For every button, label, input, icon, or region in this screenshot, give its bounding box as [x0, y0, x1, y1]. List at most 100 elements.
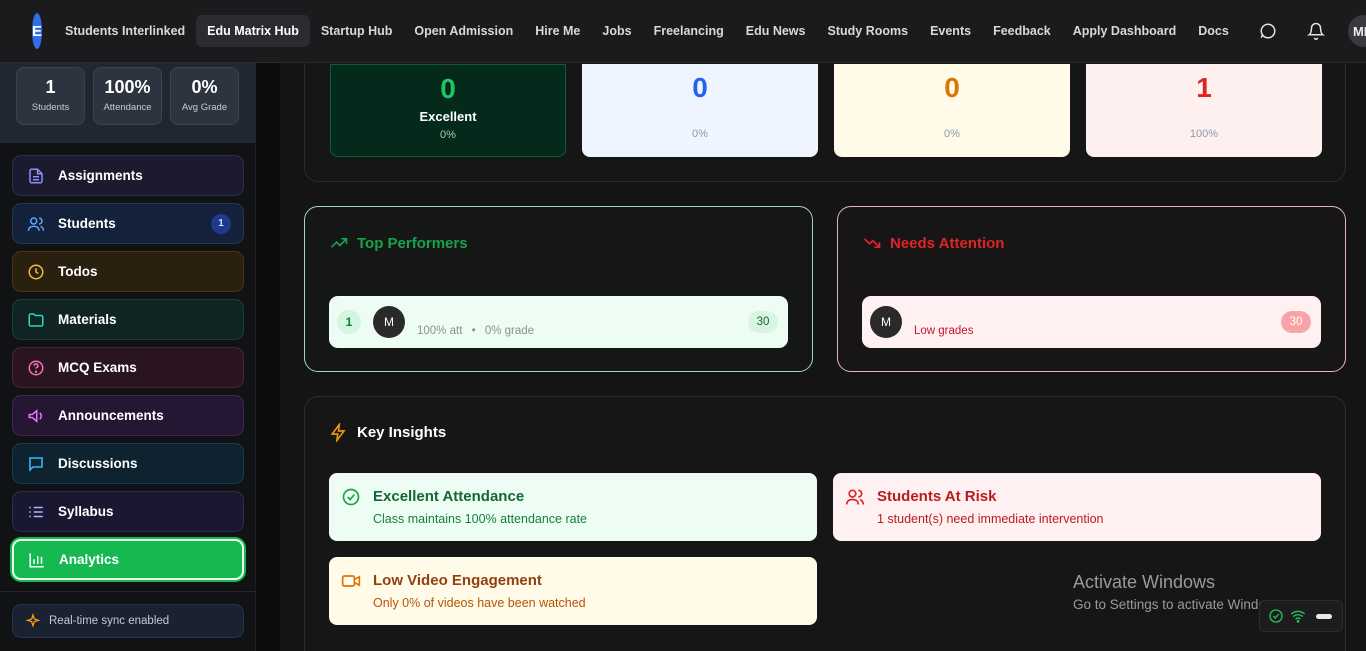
sidebar-item-label: Assignments — [58, 168, 143, 183]
document-icon — [25, 165, 47, 187]
separator-dot: • — [471, 325, 476, 337]
app-logo[interactable]: E — [32, 13, 43, 49]
insight-excellent-attendance: Excellent Attendance Class maintains 100… — [329, 473, 817, 541]
grade-label — [834, 108, 1070, 124]
score-badge: 30 — [748, 311, 778, 333]
sidebar-item-label: MCQ Exams — [58, 360, 137, 375]
insight-heading: Students At Risk — [877, 488, 997, 505]
grade-percent: 0% — [692, 128, 708, 140]
nav-open-admission[interactable]: Open Admission — [403, 15, 524, 47]
sidebar-stats: 1 Students 100% Attendance 0% Avg Grade — [0, 63, 256, 143]
users-icon — [25, 213, 47, 235]
grade-percent: 0% — [944, 128, 960, 140]
sidebar-item-label: Todos — [58, 264, 98, 279]
system-tray[interactable] — [1259, 600, 1343, 632]
nav-docs[interactable]: Docs — [1187, 15, 1240, 47]
grade-label — [582, 108, 818, 124]
sync-status: Real-time sync enabled — [12, 604, 244, 638]
lightning-icon — [330, 423, 346, 442]
grade-text: 0% grade — [484, 325, 535, 337]
rank-badge: 1 — [337, 310, 361, 334]
bar-chart-icon — [26, 549, 48, 571]
top-navbar: E Students Interlinked Edu Matrix Hub St… — [0, 0, 1366, 63]
sidebar-item-materials[interactable]: Materials — [12, 299, 244, 340]
clock-icon — [25, 261, 47, 283]
sidebar-item-label: Students — [58, 216, 116, 231]
performer-row[interactable]: 1 M 100% att • 0% grade 30 — [329, 296, 788, 348]
grade-label — [1086, 108, 1322, 124]
section-title: Key Insights — [357, 424, 447, 441]
nav-edu-news[interactable]: Edu News — [735, 15, 817, 47]
sparkle-icon — [25, 613, 41, 629]
stat-avg-grade: 0% Avg Grade — [170, 67, 239, 125]
grade-count: 0 — [944, 72, 960, 103]
sidebar-item-students[interactable]: Students 1 — [12, 203, 244, 244]
stat-value: 0% — [191, 77, 218, 97]
stat-value: 1 — [45, 77, 56, 97]
section-title: Needs Attention — [890, 234, 1005, 252]
trending-down-icon — [863, 238, 881, 248]
section-title: Top Performers — [357, 234, 468, 252]
count-badge: 1 — [211, 213, 231, 234]
user-avatar[interactable]: MM — [1347, 15, 1366, 47]
insight-heading: Low Video Engagement — [373, 572, 542, 589]
list-icon — [25, 501, 47, 523]
student-avatar: M — [373, 306, 405, 338]
chat-icon — [25, 453, 47, 475]
grade-distribution-panel: 0 Excellent 0% 0 0% 0 0% 1 100% — [304, 43, 1346, 182]
top-performers-card: Top Performers 1 M 100% att • 0% grade 3… — [304, 206, 813, 372]
nav-edu-matrix-hub[interactable]: Edu Matrix Hub — [196, 15, 310, 47]
bell-icon[interactable] — [1296, 11, 1336, 51]
check-circle-icon — [1269, 609, 1283, 623]
sidebar: 1 Students 100% Attendance 0% Avg Grade … — [0, 63, 256, 651]
sidebar-item-assignments[interactable]: Assignments — [12, 155, 244, 196]
performer-stats: 100% att • 0% grade — [417, 325, 534, 337]
wifi-icon — [1290, 610, 1306, 623]
grade-card-average: 0 0% — [834, 64, 1070, 157]
attention-row[interactable]: M Low grades 30 — [862, 296, 1321, 348]
nav-feedback[interactable]: Feedback — [982, 15, 1062, 47]
sync-text: Real-time sync enabled — [49, 615, 170, 627]
sidebar-item-discussions[interactable]: Discussions — [12, 443, 244, 484]
grade-card-good: 0 0% — [582, 64, 818, 157]
insight-text: Class maintains 100% attendance rate — [373, 512, 588, 526]
users-icon — [845, 487, 865, 512]
nav-hire-me[interactable]: Hire Me — [524, 15, 591, 47]
grade-count: 1 — [1196, 72, 1212, 103]
watermark-subtitle: Go to Settings to activate Windows. — [1073, 597, 1287, 612]
sidebar-item-syllabus[interactable]: Syllabus — [12, 491, 244, 532]
sidebar-item-label: Syllabus — [58, 504, 114, 519]
sidebar-menu: Assignments Students 1 Todos Materials M… — [12, 155, 244, 587]
nav-jobs[interactable]: Jobs — [591, 15, 642, 47]
grade-card-poor: 1 100% — [1086, 64, 1322, 157]
sidebar-gutter — [256, 63, 280, 651]
grade-count: 0 — [440, 73, 456, 104]
grade-label: Excellent — [419, 109, 477, 124]
stat-students: 1 Students — [16, 67, 85, 125]
insight-students-at-risk: Students At Risk 1 student(s) need immed… — [833, 473, 1321, 541]
nav-study-rooms[interactable]: Study Rooms — [817, 15, 920, 47]
main-content: 0 Excellent 0% 0 0% 0 0% 1 100% Top Perf… — [280, 43, 1360, 651]
student-avatar: M — [870, 306, 902, 338]
megaphone-icon — [25, 405, 47, 427]
insight-text: 1 student(s) need immediate intervention — [877, 512, 1104, 526]
message-icon[interactable] — [1248, 11, 1288, 51]
sidebar-item-announcements[interactable]: Announcements — [12, 395, 244, 436]
stat-label: Avg Grade — [181, 102, 228, 113]
nav-students-interlinked[interactable]: Students Interlinked — [54, 15, 196, 47]
nav-startup-hub[interactable]: Startup Hub — [310, 15, 404, 47]
sidebar-item-analytics[interactable]: Analytics — [12, 539, 244, 580]
grade-count: 0 — [692, 72, 708, 103]
battery-icon — [1316, 613, 1332, 619]
insight-heading: Excellent Attendance — [373, 488, 525, 505]
sidebar-item-label: Announcements — [58, 408, 164, 423]
trending-up-icon — [330, 238, 348, 248]
stat-label: Attendance — [103, 102, 152, 113]
sidebar-item-todos[interactable]: Todos — [12, 251, 244, 292]
grade-card-excellent: 0 Excellent 0% — [330, 64, 566, 157]
nav-freelancing[interactable]: Freelancing — [643, 15, 735, 47]
nav-apply-dashboard[interactable]: Apply Dashboard — [1062, 15, 1188, 47]
sidebar-item-mcq-exams[interactable]: MCQ Exams — [12, 347, 244, 388]
nav-events[interactable]: Events — [919, 15, 982, 47]
check-circle-icon — [341, 487, 361, 512]
